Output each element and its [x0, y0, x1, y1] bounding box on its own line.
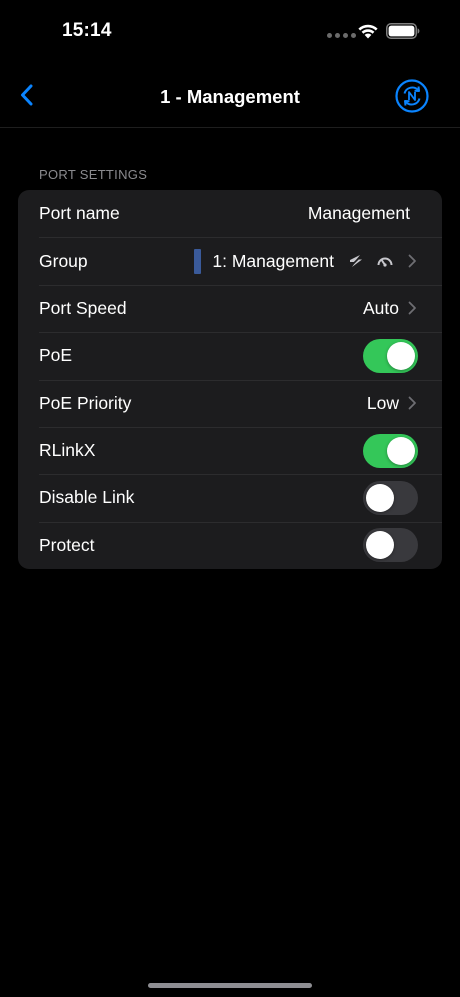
disable-link-label: Disable Link [39, 487, 135, 508]
port-name-value: Management [307, 203, 410, 224]
rlinkx-toggle[interactable] [363, 433, 418, 468]
chevron-right-icon [408, 302, 416, 315]
group-value: 1: Management [212, 250, 334, 271]
disable-link-row: Disable Link [18, 474, 442, 521]
home-indicator[interactable] [148, 983, 312, 988]
poe-priority-value: Low [366, 392, 399, 413]
port-settings-card: Port name Management Group 1: Management… [18, 190, 442, 569]
port-name-label: Port name [39, 203, 120, 224]
status-bar: 15:14 [0, 0, 460, 60]
poe-priority-row[interactable]: PoE Priority Low [18, 379, 442, 427]
poe-priority-label: PoE Priority [39, 392, 132, 413]
sync-button[interactable] [394, 78, 430, 114]
navigation-bar: 1 - Management [0, 64, 460, 128]
protect-row: Protect [18, 521, 442, 569]
poe-toggle[interactable] [363, 338, 418, 373]
status-time: 15:14 [62, 20, 112, 41]
rlinkx-label: RLinkX [39, 440, 96, 461]
poe-row: PoE [18, 332, 442, 379]
group-color-swatch [194, 248, 202, 274]
port-speed-label: Port Speed [39, 297, 127, 318]
group-label: Group [39, 250, 88, 271]
poe-label: PoE [39, 345, 73, 366]
rlinkx-row: RLinkX [18, 426, 442, 474]
port-speed-row[interactable]: Port Speed Auto [18, 284, 442, 332]
group-row[interactable]: Group 1: Management [18, 237, 442, 284]
section-header-port-settings: PORT SETTINGS [39, 167, 148, 182]
protect-label: Protect [39, 534, 95, 555]
port-speed-value: Auto [363, 297, 399, 318]
protect-toggle[interactable] [363, 528, 418, 563]
cellular-signal-icon [327, 33, 356, 38]
disable-link-toggle[interactable] [363, 480, 418, 515]
chevron-right-icon [408, 396, 416, 410]
wifi-icon [358, 24, 378, 39]
port-name-row[interactable]: Port name Management [18, 190, 442, 237]
page-title: 1 - Management [160, 86, 300, 107]
speedometer-icon [377, 257, 393, 267]
lightning-bolt-icon [348, 253, 364, 269]
battery-icon [386, 23, 420, 39]
chevron-right-icon [408, 254, 416, 268]
